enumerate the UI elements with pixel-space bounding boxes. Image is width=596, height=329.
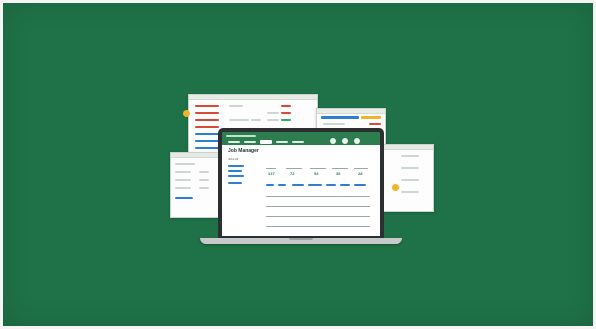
header-bar-blue [321, 116, 359, 119]
row-bar-red [281, 105, 291, 107]
row-text [199, 187, 209, 189]
table-row[interactable] [266, 206, 370, 207]
row-text [401, 155, 419, 157]
window-titlebar [383, 145, 433, 150]
header-bar-yellow [361, 116, 381, 119]
laptop-screen: Job Manager Jobs All 137 72 54 36 28 [222, 132, 380, 236]
row-text [267, 112, 279, 114]
side-link[interactable] [228, 175, 244, 177]
side-link[interactable] [228, 165, 244, 167]
row-bar-red [195, 112, 219, 114]
row-bar-red [281, 112, 291, 114]
window-right [382, 144, 434, 212]
stat-caption [332, 168, 348, 169]
window-titlebar [317, 109, 385, 114]
filter-label: Jobs All [228, 157, 239, 161]
table-row[interactable] [266, 196, 370, 197]
row-text [401, 167, 419, 169]
table-header [326, 184, 336, 186]
row-bar-red [195, 105, 219, 107]
image-frame: Job Manager Jobs All 137 72 54 36 28 [0, 0, 596, 329]
row-bar-red [195, 126, 219, 128]
app-logo [226, 135, 256, 137]
table-header [340, 184, 350, 186]
row-text [323, 123, 345, 125]
stat-value: 72 [290, 171, 295, 176]
row-bar-blue [195, 133, 219, 135]
row-text [251, 119, 261, 121]
yellow-badge-icon [183, 110, 190, 117]
stat-caption [286, 168, 302, 169]
stat-value: 28 [358, 171, 363, 176]
nav-tab-active [260, 140, 272, 144]
window-titlebar [171, 153, 223, 158]
row-text [267, 119, 279, 121]
table-header [292, 184, 304, 186]
row-text [401, 191, 419, 193]
window-titlebar [189, 95, 317, 100]
stat-caption [266, 168, 276, 169]
row-bar-blue [195, 147, 219, 149]
side-link[interactable] [228, 170, 242, 172]
row-text [401, 179, 419, 181]
row-text [175, 171, 191, 173]
row-text [199, 179, 209, 181]
row-text [175, 163, 195, 165]
window-left [170, 152, 224, 218]
page-title: Job Manager [228, 148, 259, 154]
side-link[interactable] [228, 182, 242, 184]
yellow-badge-icon [392, 184, 399, 191]
stat-value: 54 [314, 171, 319, 176]
row-text [199, 171, 209, 173]
row-bar-red [195, 119, 219, 121]
stat-caption [354, 168, 368, 169]
nav-tab [276, 141, 288, 143]
settings-icon[interactable] [342, 138, 348, 144]
row-bar-blue [195, 140, 219, 142]
row-bar-red [369, 123, 381, 125]
laptop-notch [289, 238, 313, 240]
table-row[interactable] [266, 216, 370, 217]
table-header [354, 184, 366, 186]
nav-tab [228, 141, 240, 143]
row-bar-green [281, 119, 291, 121]
row-text [229, 119, 249, 121]
row-text [175, 187, 191, 189]
stat-value: 137 [268, 171, 275, 176]
row-text [175, 179, 191, 181]
nav-tab [292, 141, 304, 143]
stat-caption [310, 168, 326, 169]
table-header [308, 184, 322, 186]
stat-value: 36 [336, 171, 341, 176]
nav-tab [244, 141, 256, 143]
user-avatar-icon[interactable] [330, 138, 336, 144]
row-text [229, 105, 243, 107]
table-row[interactable] [266, 226, 370, 227]
table-header [266, 184, 274, 186]
app-header-bar [222, 132, 380, 145]
table-header [278, 184, 286, 186]
row-bar-blue [175, 197, 193, 199]
help-icon[interactable] [354, 138, 360, 144]
